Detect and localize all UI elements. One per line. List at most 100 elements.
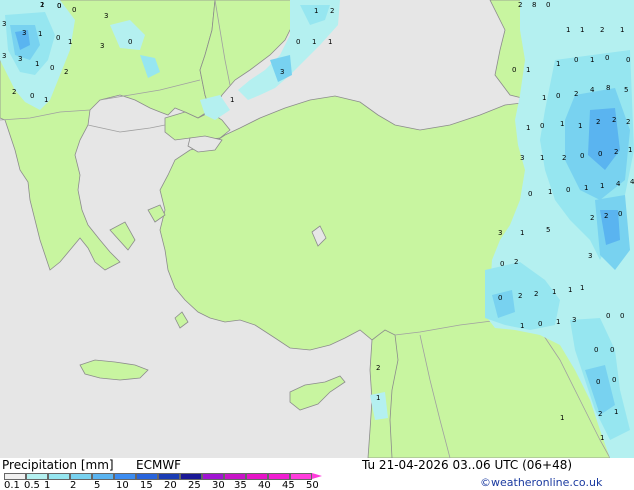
precip-value: 2 [518, 292, 522, 300]
precip-value: 2 [590, 214, 594, 222]
footer: Precipitation [mm] ECMWF Tu 21-04-2026 0… [0, 458, 634, 490]
legend-swatch [268, 473, 290, 480]
precip-value: 1 [600, 182, 604, 190]
legend-swatch [224, 473, 246, 480]
precip-value: 1 [566, 26, 570, 34]
precip-value: 0 [498, 294, 502, 302]
precip-value: 2 [12, 88, 16, 96]
precip-value: 1 [620, 26, 624, 34]
precip-value: 0 [72, 6, 76, 14]
precip-value: 1 [44, 96, 48, 104]
precip-value: 2 [64, 68, 68, 76]
footer-credit: ©weatheronline.co.uk [480, 476, 603, 489]
legend-swatch [136, 473, 158, 480]
precip-value: 2 [612, 116, 616, 124]
precip-value: 0 [528, 190, 532, 198]
legend-label: 40 [258, 480, 271, 490]
precip-value: 1 [38, 30, 42, 38]
precip-value: 0 [30, 92, 34, 100]
precip-value: 2 [574, 90, 578, 98]
precip-value: 1 [568, 286, 572, 294]
legend-label: 50 [306, 480, 319, 490]
precip-value: 1 [600, 434, 604, 442]
precip-value: 3 [572, 316, 576, 324]
precip-value: 0 [546, 1, 550, 9]
precip-value: 1 [376, 394, 380, 402]
precip-value: 0 [574, 56, 578, 64]
precip-value: 1 [560, 120, 564, 128]
map-canvas: 1 0 033 1 0 13 31 0 22 0 133 01 20 1 1312 8 01 1 2 11 0 1 0 00 1… [0, 0, 634, 458]
precip-value: 3 [2, 20, 6, 28]
precip-value: 0 [612, 376, 616, 384]
precip-value: 4 [616, 180, 621, 188]
precip-value: 2 [514, 258, 518, 266]
precip-value: 2 [534, 290, 538, 298]
legend-swatch [26, 473, 48, 480]
precip-value: 2 [40, 1, 44, 9]
footer-title: Precipitation [mm] [2, 458, 114, 472]
precipitation-map-widget: 1003310133102201330120113128011211010001… [0, 0, 634, 490]
precip-value: 0 [618, 210, 622, 218]
precip-value: 1 [526, 66, 530, 74]
footer-datetime: Tu 21-04-2026 03..06 UTC (06+48) [362, 458, 573, 472]
legend-swatch [92, 473, 114, 480]
precip-value: 1 [578, 122, 582, 130]
precip-value: 1 [526, 124, 530, 132]
precip-value: 1 [590, 56, 594, 64]
legend-label: 45 [282, 480, 295, 490]
precip-value: 3 [18, 55, 22, 63]
precip-value: 8 [532, 1, 536, 9]
precip-value: 2 [518, 1, 522, 9]
legend-swatch [114, 473, 136, 480]
precip-value: 0 [128, 38, 132, 46]
legend-label: 0.1 [4, 480, 20, 490]
precip-value: 2 [596, 118, 600, 126]
precip-value: 1 [542, 94, 546, 102]
legend-swatch [180, 473, 202, 480]
precip-value: 2 [330, 7, 334, 15]
legend-label: 30 [212, 480, 225, 490]
precip-value: 0 [598, 150, 602, 158]
precip-value: 0 [296, 38, 300, 46]
precip-value: 2 [598, 410, 602, 418]
precip-value: 0 [538, 320, 542, 328]
precip-value: 3 [498, 229, 502, 237]
precip-value: 1 [614, 408, 618, 416]
precip-value: 0 [620, 312, 624, 320]
precip-value: 1 [314, 7, 318, 15]
precip-value: 1 [312, 38, 316, 46]
precip-value: 0 [512, 66, 516, 74]
precip-value: 3 [520, 154, 524, 162]
precip-value: 0 [566, 186, 570, 194]
precip-value: 2 [376, 364, 380, 372]
precip-value: 1 [540, 154, 544, 162]
precip-value: 3 [104, 12, 108, 20]
legend-label: 0.5 [24, 480, 40, 490]
precip-value: 1 [520, 229, 524, 237]
legend-label: 2 [70, 480, 77, 490]
precip-value: 2 [626, 118, 630, 126]
precip-value: 0 [56, 34, 60, 42]
precip-value: 0 [606, 312, 610, 320]
legend-label: 25 [188, 480, 201, 490]
precip-value: 2 [604, 212, 608, 220]
legend-swatch [4, 473, 26, 480]
precip-value: 1 [68, 38, 72, 46]
precip-value: 0 [580, 152, 584, 160]
precip-value: 2 [600, 26, 604, 34]
precip-value: 3 [2, 52, 6, 60]
precip-value: 1 [552, 288, 556, 296]
legend-swatch [202, 473, 224, 480]
precip-value: 3 [100, 42, 104, 50]
legend-swatch [70, 473, 92, 480]
precip-value: 5 [624, 86, 628, 94]
precip-value: 2 [614, 148, 618, 156]
precip-value: 3 [280, 68, 284, 76]
precip-value: 5 [546, 226, 550, 234]
precip-value: 3 [22, 29, 26, 37]
precip-value: 1 [580, 26, 584, 34]
precip-value: 4 [630, 178, 634, 186]
legend-swatch [246, 473, 268, 480]
legend-swatch [158, 473, 180, 480]
precip-value: 1 [628, 146, 632, 154]
